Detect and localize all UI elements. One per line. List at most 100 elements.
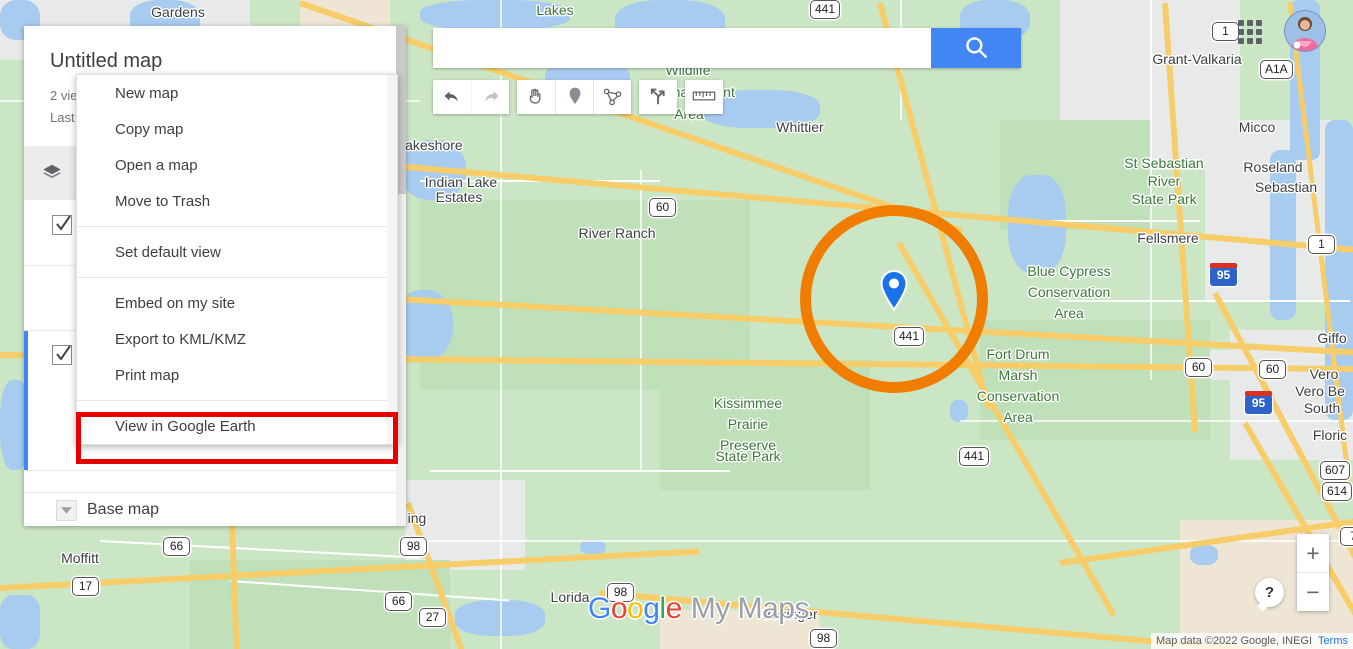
logo-letter-g2: g [643,592,660,625]
map-edit-toolbar[interactable] [433,80,723,114]
redo-button[interactable] [471,80,509,114]
menu-scrollbar-track[interactable] [387,75,397,444]
menu-separator-3 [77,400,397,401]
measure-button[interactable] [685,80,723,114]
map-views-count: 2 vie [50,88,78,103]
map-label: Blue Cypress [1027,263,1111,279]
search-input[interactable] [433,28,931,68]
apps-dot [1247,20,1253,26]
draw-line-button[interactable] [593,80,631,114]
logo-letter-o1: o [610,592,628,625]
toolbar-group-directions [639,80,677,114]
map-water [0,595,40,649]
map-label: Lakeshore [397,137,463,153]
highway-shield: 60 [1185,358,1212,377]
highway-shield: 607 [1320,461,1351,480]
logo-letter-o2: o [627,592,644,625]
menu-item-open-a-map[interactable]: Open a map [77,147,397,183]
map-label: State Park [715,448,781,464]
map-label: Giffo [1317,330,1347,346]
map-label: Sebastian [1254,179,1318,195]
menu-item-export-kml-kmz[interactable]: Export to KML/KMZ [77,321,397,357]
layers-icon[interactable] [24,146,79,199]
map-search-bar[interactable] [433,28,1021,68]
menu-item-view-in-google-earth[interactable]: View in Google Earth [77,408,397,444]
map-label: River Ranch [578,225,656,241]
highway-shield: 1 [1308,235,1335,254]
menu-separator-1 [77,226,397,227]
zoom-out-button[interactable]: − [1297,572,1329,611]
apps-grid-icon[interactable] [1238,20,1262,44]
google-my-maps-logo: Google My Maps [588,592,809,626]
map-label: Gardens [151,4,205,20]
apps-dot [1256,29,1262,35]
directions-fork-icon [647,85,669,110]
highway-shield: 1 [1212,22,1239,41]
map-label: Indian Lake [424,174,498,190]
chevron-down-icon[interactable] [56,499,77,521]
map-label: Moffitt [61,550,99,566]
highway-shield: A1A [1260,60,1293,79]
terms-link[interactable]: Terms [1318,635,1348,647]
avatar[interactable] [1284,10,1326,52]
map-label: Fort Drum [986,346,1050,362]
highway-shield: 60 [1259,360,1286,379]
active-layer-accent-bar [24,330,28,470]
menu-item-set-default-view[interactable]: Set default view [77,234,397,270]
map-label: River [1147,173,1181,189]
highway-shield: 98 [400,537,427,556]
highway-shield: 614 [1322,482,1353,501]
map-label: Whittier [776,119,824,135]
map-label: Vero Be [1295,383,1345,399]
undo-button[interactable] [433,80,471,114]
zoom-in-button[interactable]: + [1297,534,1329,572]
menu-item-new-map[interactable]: New map [77,75,397,111]
page-title[interactable]: Untitled map [50,50,162,73]
zoom-controls[interactable]: + − [1297,534,1329,611]
map-local-road [430,470,730,472]
toolbar-group-tools [517,80,631,114]
map-label: Roseland [1243,159,1303,175]
toolbar-group-measure [685,80,723,114]
search-icon [963,34,989,63]
help-button[interactable]: ? [1255,578,1284,607]
apps-dot [1238,38,1244,44]
map-label: Floric [1312,427,1348,443]
map-label: Conservation [1027,284,1111,300]
map-label: Fellsmere [1137,230,1199,246]
map-options-menu[interactable]: New map Copy map Open a map Move to Trash Se… [76,74,398,445]
base-map-row[interactable]: Base map [24,494,406,526]
map-water [1190,545,1218,565]
add-marker-button[interactable] [555,80,593,114]
map-boundary [640,170,642,470]
map-label: Lakes [536,2,574,18]
menu-item-copy-map[interactable]: Copy map [77,111,397,147]
layer-visibility-checkbox[interactable] [52,215,72,235]
highway-shield: 66 [163,537,190,556]
map-pin-icon [565,86,585,109]
map-label: Micco [1238,119,1276,135]
map-label: Vero [1309,366,1339,382]
map-attribution: Map data ©2022 Google, INEGI Terms [1150,633,1353,649]
menu-item-print-map[interactable]: Print map [77,357,397,393]
add-directions-button[interactable] [639,80,677,114]
apps-dot [1238,29,1244,35]
search-button[interactable] [931,28,1021,68]
hand-icon [526,86,546,109]
logo-letter-g1: G [588,592,611,625]
highway-shield: 95 [1210,263,1237,286]
map-local-road [1060,300,1350,302]
select-pan-button[interactable] [517,80,555,114]
map-label: Estates [435,189,483,205]
map-marker-yeehaw-junction[interactable] [879,270,909,312]
apps-dot [1256,38,1262,44]
undo-arrow-icon [442,86,462,109]
map-last-edited: Last [50,110,75,125]
menu-item-move-to-trash[interactable]: Move to Trash [77,183,397,219]
layer-visibility-checkbox[interactable] [52,345,72,365]
highway-shield: 66 [385,592,412,611]
app-root: GardensLakesWildlifeManagementAreaWhitti… [0,0,1353,649]
menu-item-embed-on-my-site[interactable]: Embed on my site [77,285,397,321]
base-map-label: Base map [87,501,160,518]
map-water [580,540,606,554]
